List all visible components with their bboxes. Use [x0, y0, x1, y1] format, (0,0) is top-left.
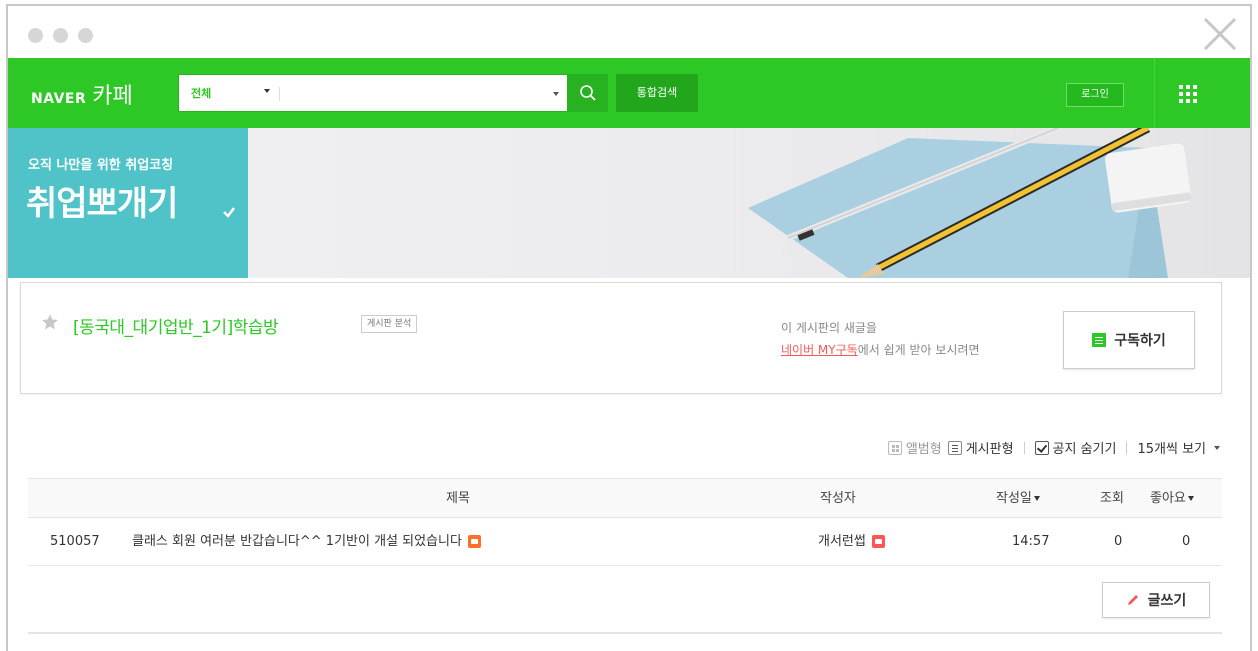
post-table: 제목 작성자 작성일 조회 좋아요 510057 클래스 회원 여러분 반갑습니… — [28, 478, 1222, 566]
banner-stationery-image — [748, 128, 1192, 278]
search-button[interactable] — [568, 74, 608, 112]
board-header: [동국대_대기업반_1기]학습방 게시판 분석 이 게시판의 새글을 네이버 M… — [20, 282, 1222, 394]
my-subscription-link[interactable]: 네이버 MY구독 — [781, 343, 858, 357]
hide-notice-label: 공지 숨기기 — [1052, 442, 1117, 457]
album-view-icon — [887, 440, 902, 455]
view-options: 앨범형 게시판형 공지 숨기기 15개씩 보기 — [887, 438, 1220, 457]
column-header-likes-label: 좋아요 — [1150, 491, 1186, 506]
grid-icon[interactable] — [1176, 82, 1200, 106]
pencil-icon — [1127, 595, 1138, 605]
search-icon — [580, 85, 596, 101]
board-view-label: 게시판형 — [965, 442, 1014, 457]
post-number: 510057 — [50, 534, 100, 549]
per-page-select[interactable]: 15개씩 보기 — [1137, 438, 1220, 457]
table-row: 510057 클래스 회원 여러분 반갑습니다^^ 1기반이 개설 되었습니다 … — [28, 518, 1222, 566]
window-dot — [53, 28, 68, 43]
star-icon[interactable] — [41, 313, 59, 331]
search-scope-select[interactable]: 전체 — [191, 85, 211, 101]
subscribe-line2: 에서 쉽게 받아 보시려면 — [857, 343, 980, 357]
author-badge-icon — [871, 535, 885, 548]
column-header-likes[interactable]: 좋아요 — [1150, 479, 1194, 519]
table-header: 제목 작성자 작성일 조회 좋아요 — [28, 478, 1222, 518]
post-title: 클래스 회원 여러분 반갑습니다^^ 1기반이 개설 되었습니다 — [132, 534, 462, 549]
post-date: 14:57 — [1012, 534, 1050, 549]
write-button-label: 글쓰기 — [1147, 593, 1187, 609]
subscribe-button-label: 구독하기 — [1114, 333, 1166, 349]
title-bar — [8, 6, 1250, 60]
album-view-option[interactable]: 앨범형 — [887, 438, 942, 457]
banner-title-block[interactable]: 오직 나만을 위한 취업코칭 취업뽀개기 — [8, 128, 248, 278]
window-dot — [28, 28, 43, 43]
post-author-name: 개서런썹 — [818, 534, 866, 549]
hide-notice-toggle[interactable]: 공지 숨기기 — [1034, 438, 1117, 457]
logo-cafe-text: 카페 — [92, 84, 133, 109]
naver-cafe-logo[interactable]: NAVER 카페 — [31, 78, 133, 110]
integrated-search-button[interactable]: 통합검색 — [616, 74, 698, 112]
post-views: 0 — [1114, 534, 1123, 549]
logo-naver-text: NAVER — [31, 91, 87, 107]
column-header-views: 조회 — [1100, 491, 1124, 506]
subscribe-description: 이 게시판의 새글을 네이버 MY구독에서 쉽게 받아 보시려면 — [781, 317, 980, 361]
sort-caret-icon — [1033, 496, 1040, 501]
window-dot — [78, 28, 93, 43]
search-box: 전체 — [178, 74, 568, 112]
divider — [279, 87, 280, 101]
check-icon — [223, 207, 235, 218]
chevron-down-icon — [1214, 445, 1220, 450]
subscribe-icon — [1092, 333, 1107, 347]
banner-title: 취업뽀개기 — [26, 184, 178, 224]
divider — [1154, 58, 1155, 128]
column-header-title: 제목 — [446, 491, 470, 506]
column-header-date-label: 작성일 — [996, 491, 1032, 506]
divider — [1023, 441, 1025, 454]
divider — [28, 632, 1222, 634]
divider — [1126, 441, 1128, 454]
write-button[interactable]: 글쓰기 — [1102, 582, 1210, 618]
board-title: [동국대_대기업반_1기]학습방 — [73, 318, 279, 338]
new-post-icon — [467, 535, 481, 548]
login-button[interactable]: 로그인 — [1066, 83, 1124, 107]
per-page-label: 15개씩 보기 — [1137, 442, 1206, 457]
cafe-banner: 오직 나만을 위한 취업코칭 취업뽀개기 — [8, 128, 1250, 278]
album-view-label: 앨범형 — [905, 442, 942, 457]
post-title-link[interactable]: 클래스 회원 여러분 반갑습니다^^ 1기반이 개설 되었습니다 — [132, 518, 481, 566]
board-analysis-tag[interactable]: 게시판 분석 — [361, 315, 418, 333]
close-icon[interactable] — [1200, 14, 1240, 54]
column-header-author: 작성자 — [820, 491, 856, 506]
chevron-down-icon[interactable] — [264, 89, 270, 93]
hide-notice-checkbox[interactable] — [1034, 440, 1049, 455]
subscribe-line1: 이 게시판의 새글을 — [781, 321, 877, 335]
board-view-option[interactable]: 게시판형 — [947, 438, 1014, 457]
post-likes: 0 — [1182, 534, 1191, 549]
sort-caret-icon — [1187, 496, 1194, 501]
chevron-down-icon[interactable] — [553, 92, 559, 96]
post-author[interactable]: 개서런썹 — [818, 518, 885, 566]
subscribe-button[interactable]: 구독하기 — [1063, 311, 1195, 369]
top-navbar: NAVER 카페 전체 통합검색 로그인 — [8, 58, 1250, 128]
list-view-icon — [947, 440, 962, 455]
search-input[interactable] — [287, 81, 547, 105]
banner-subtitle: 오직 나만을 위한 취업코칭 — [28, 158, 174, 173]
column-header-date[interactable]: 작성일 — [996, 479, 1040, 519]
